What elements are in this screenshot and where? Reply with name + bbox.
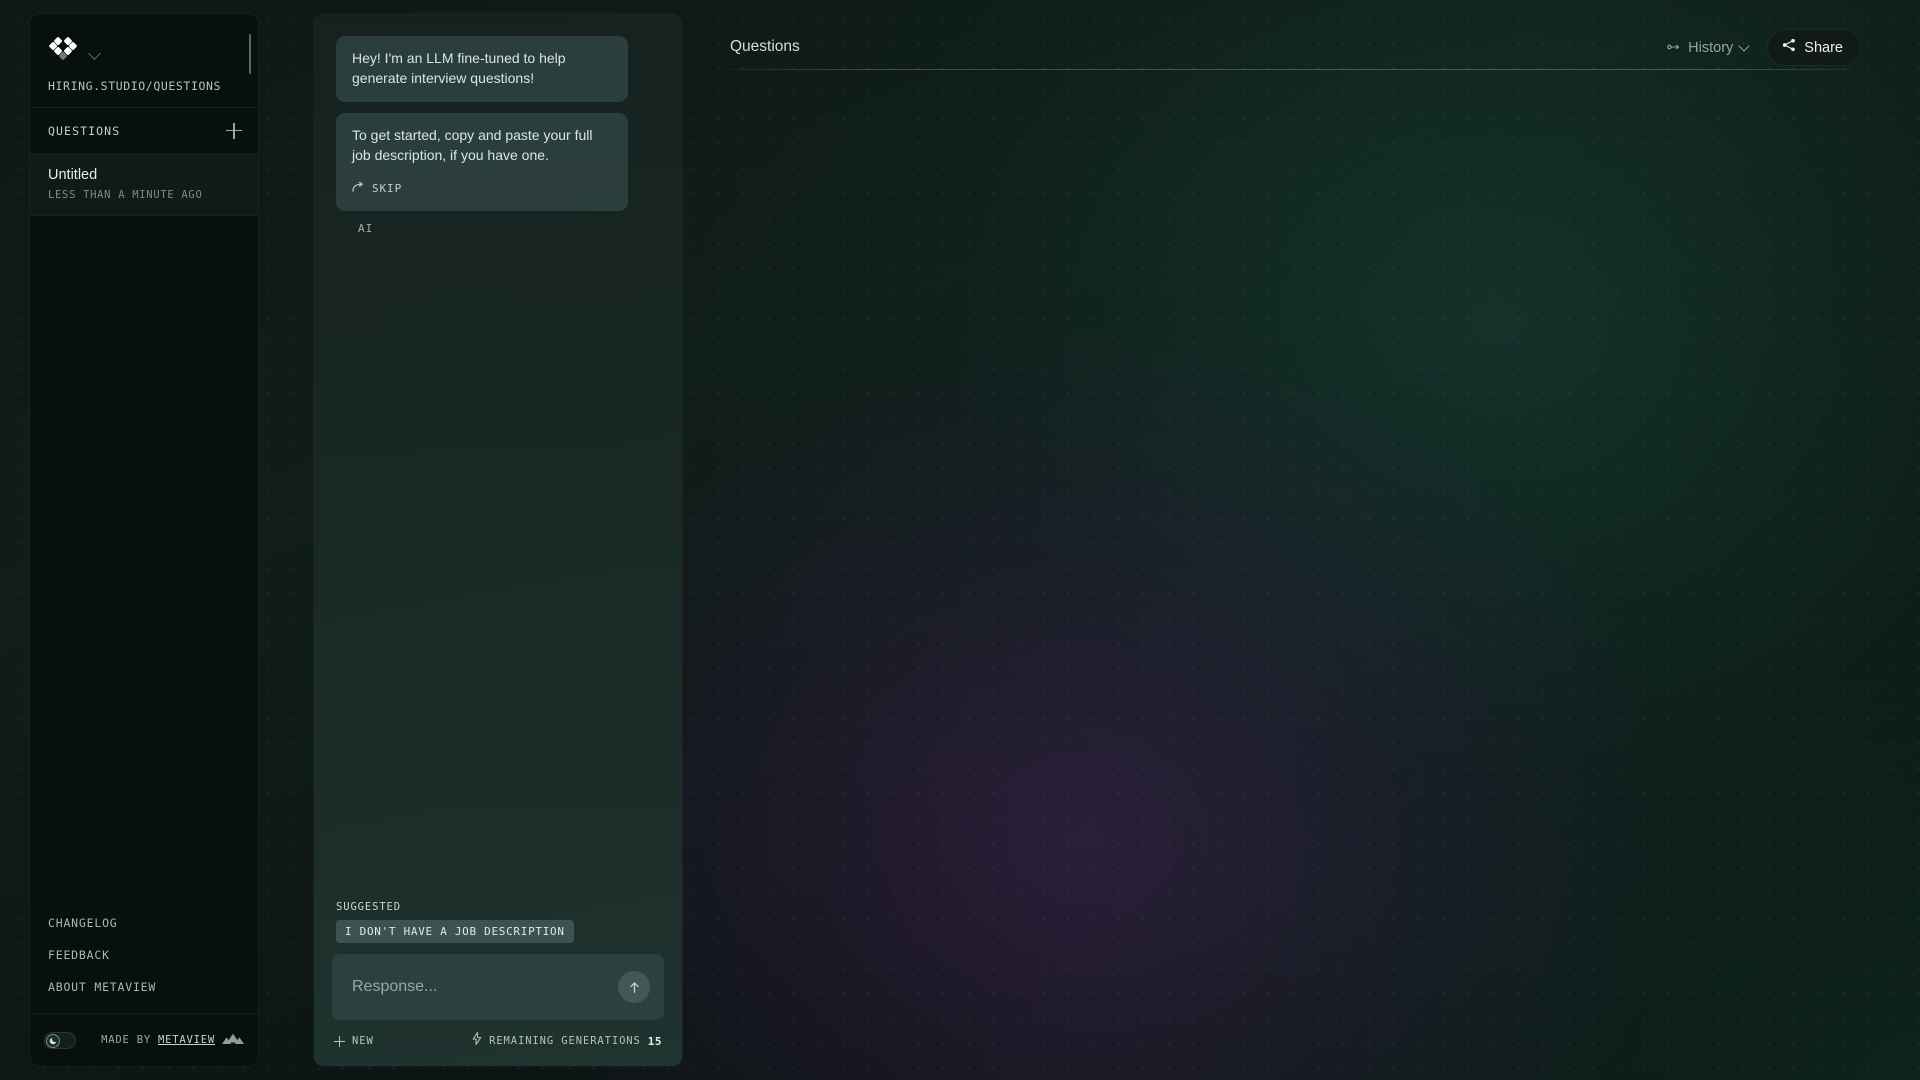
sidebar-scroll-indicator[interactable]	[249, 34, 251, 74]
suggested-chip-no-job-description[interactable]: I DON'T HAVE A JOB DESCRIPTION	[336, 920, 574, 943]
sidebar-item-untitled[interactable]: Untitled LESS THAN A MINUTE AGO	[30, 154, 258, 216]
header-divider	[730, 69, 1850, 70]
share-label: Share	[1804, 39, 1843, 56]
arrow-up-icon	[629, 981, 639, 993]
workspace-url: HIRING.STUDIO/QUESTIONS	[48, 79, 222, 93]
workspace-dot-grid	[0, 0, 1920, 1080]
sidebar-section-title: QUESTIONS	[48, 123, 121, 138]
remaining-generations-count: 15	[647, 1034, 662, 1048]
workspace-switcher[interactable]	[48, 34, 240, 66]
sidebar-brand-header: HIRING.STUDIO/QUESTIONS	[30, 14, 258, 108]
sidebar-link-feedback[interactable]: FEEDBACK	[30, 939, 258, 971]
suggested-section: SUGGESTED I DON'T HAVE A JOB DESCRIPTION	[314, 901, 682, 943]
main-header: Questions History Share	[714, 14, 1920, 70]
response-input[interactable]	[352, 978, 618, 996]
sidebar-link-about-metaview[interactable]: ABOUT METAVIEW	[30, 971, 258, 1003]
plus-icon	[334, 1035, 345, 1047]
chevron-down-icon	[88, 46, 101, 60]
new-chat-label: NEW	[352, 1035, 374, 1047]
sidebar: HIRING.STUDIO/QUESTIONS QUESTIONS Untitl…	[30, 14, 258, 1066]
made-by-prefix: MADE BY	[101, 1034, 152, 1046]
remaining-generations: REMAINING GENERATIONS 15	[472, 1031, 662, 1050]
lightning-icon	[472, 1031, 482, 1050]
sidebar-footer: MADE BY METAVIEW	[30, 1014, 258, 1066]
chat-message-text: Hey! I'm an LLM fine-tuned to help gener…	[352, 50, 566, 86]
history-button[interactable]: History	[1661, 33, 1754, 63]
sidebar-link-changelog[interactable]: CHANGELOG	[30, 907, 258, 939]
made-by-credit: MADE BY METAVIEW	[86, 1033, 244, 1048]
app-root: HIRING.STUDIO/QUESTIONS QUESTIONS Untitl…	[0, 0, 1920, 1080]
sidebar-links: CHANGELOG FEEDBACK ABOUT METAVIEW	[30, 907, 258, 1014]
skip-label: SKIP	[372, 182, 403, 195]
metaview-diamond-logo-icon	[48, 35, 78, 65]
add-question-button[interactable]	[226, 122, 242, 139]
sidebar-item-timestamp: LESS THAN A MINUTE AGO	[48, 188, 203, 201]
sidebar-item-label: Untitled	[48, 167, 98, 183]
chat-message-bubble: Hey! I'm an LLM fine-tuned to help gener…	[336, 36, 628, 102]
skip-button[interactable]: SKIP	[352, 180, 612, 198]
moon-icon	[46, 1033, 60, 1048]
chat-panel: Hey! I'm an LLM fine-tuned to help gener…	[314, 14, 682, 1066]
made-by-brand-link[interactable]: METAVIEW	[158, 1034, 215, 1046]
skip-arrow-icon	[352, 180, 365, 198]
chat-message-bubble: To get started, copy and paste your full…	[336, 112, 628, 211]
chat-message-text: To get started, copy and paste your full…	[352, 126, 593, 163]
page-title: Questions	[730, 38, 800, 55]
share-button[interactable]: Share	[1768, 30, 1860, 65]
composer	[332, 954, 664, 1020]
new-chat-button[interactable]: NEW	[334, 1035, 374, 1047]
history-label: History	[1688, 39, 1734, 56]
chat-spacer	[314, 235, 682, 902]
theme-toggle[interactable]	[44, 1031, 76, 1049]
chat-message-list: Hey! I'm an LLM fine-tuned to help gener…	[314, 14, 682, 235]
metaview-mountains-icon	[222, 1033, 244, 1048]
chevron-down-icon	[1738, 39, 1750, 52]
history-icon	[1667, 39, 1681, 57]
header-actions: History Share	[1661, 30, 1860, 65]
suggested-label: SUGGESTED	[336, 901, 401, 913]
chat-footer: NEW REMAINING GENERATIONS 15	[314, 1020, 682, 1066]
sidebar-section-questions: QUESTIONS	[30, 108, 258, 154]
chat-sender-tag: AI	[358, 221, 374, 235]
send-button[interactable]	[618, 971, 650, 1003]
remaining-generations-label: REMAINING GENERATIONS	[489, 1035, 641, 1047]
share-nodes-icon	[1782, 38, 1796, 57]
